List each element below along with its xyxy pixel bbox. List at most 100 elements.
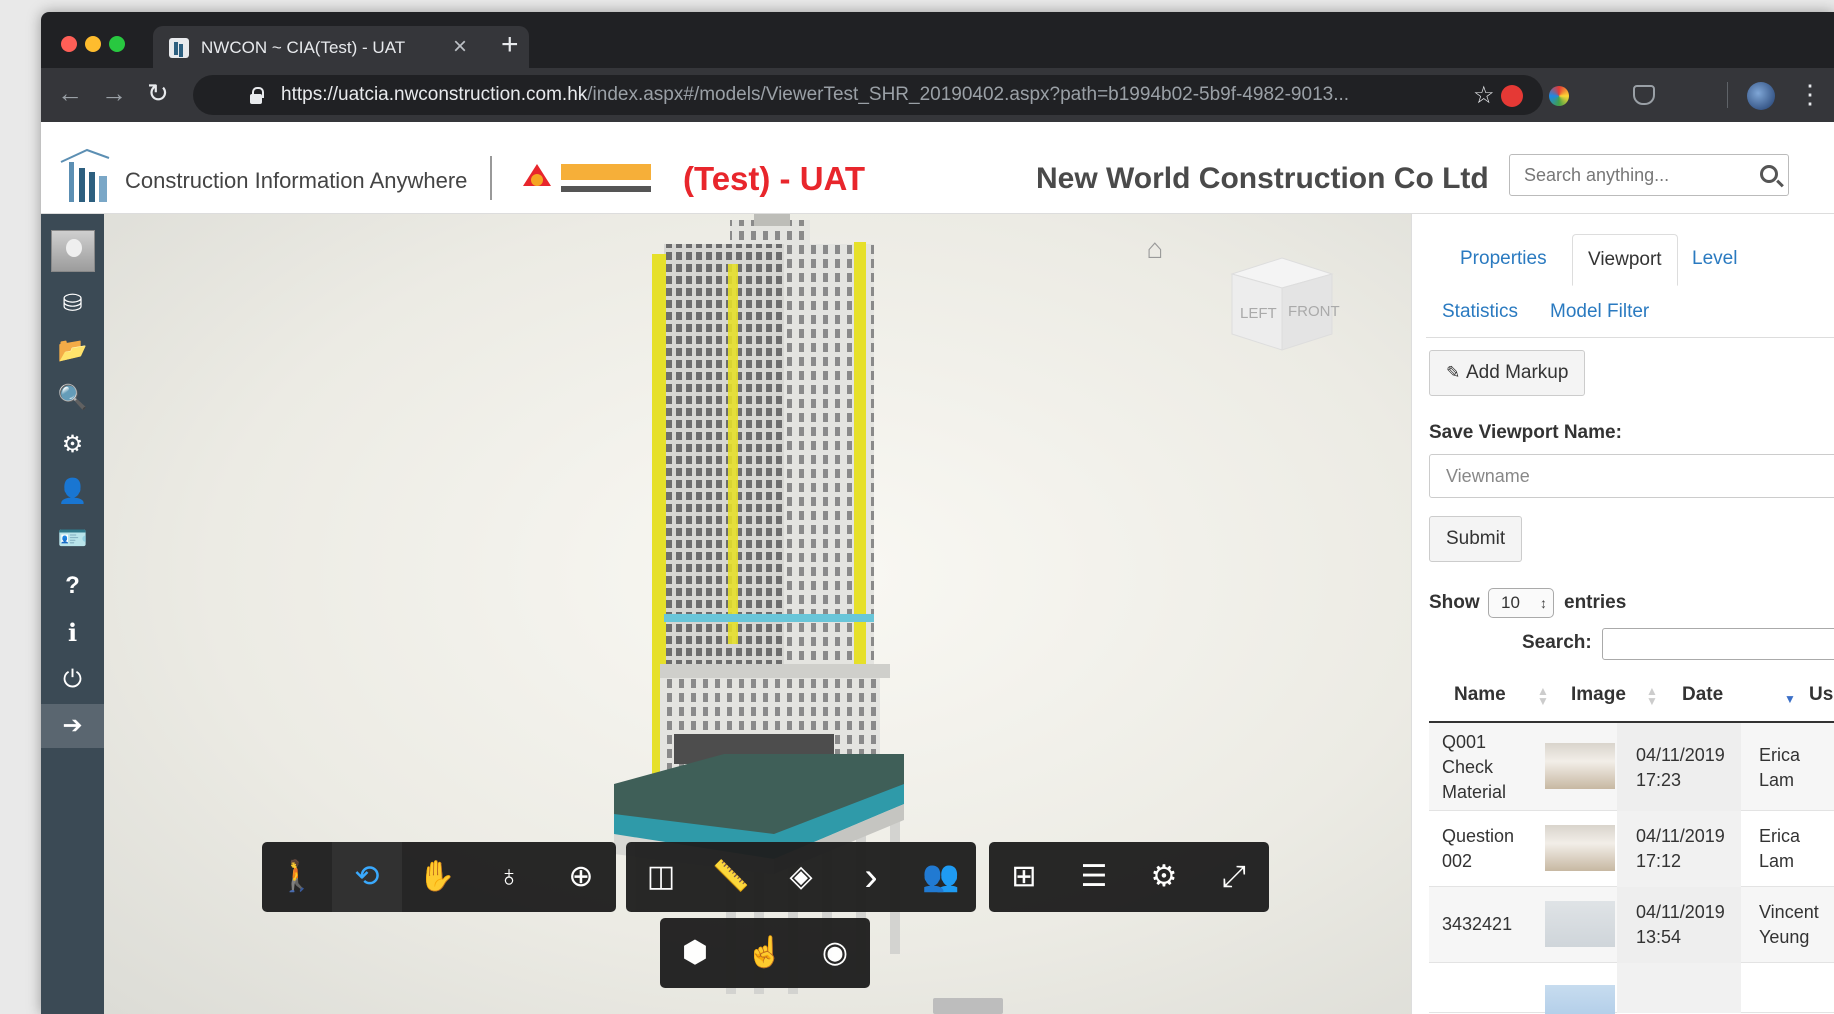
tab-level[interactable]: Level xyxy=(1692,248,1737,270)
table-row[interactable]: Question 002 04/11/2019 17:12 Erica Lam xyxy=(1429,811,1834,887)
reload-icon[interactable]: ↻ xyxy=(147,78,169,108)
back-icon[interactable]: ← xyxy=(57,78,83,108)
forward-icon[interactable]: → xyxy=(101,78,127,108)
global-search-input[interactable] xyxy=(1510,155,1750,195)
model-viewer-canvas[interactable]: ⌂ LEFT FRONT 🚶 ⟲ ✋ ♁ ⊕ ◫ 📏 ◈ › 👥 ⊞ ☰ ⚙ ⤢… xyxy=(104,214,1411,1014)
hand-select-button[interactable]: ☝ xyxy=(730,918,800,988)
model-browser-icon: ⊞ xyxy=(1011,860,1037,893)
settings-toolbar: ⊞ ☰ ⚙ ⤢ xyxy=(989,842,1269,912)
user-avatar[interactable] xyxy=(51,230,95,272)
power-icon: ⏻ xyxy=(63,666,82,693)
sidebar-help-button[interactable]: ? xyxy=(41,564,104,608)
save-viewport-label: Save Viewport Name: xyxy=(1429,422,1622,443)
extension-shield-icon[interactable] xyxy=(1501,85,1523,107)
properties-button[interactable]: ☰ xyxy=(1059,842,1129,912)
people-button[interactable]: 👥 xyxy=(906,842,976,912)
url-host: https://uatcia.nwconstruction.com.hk xyxy=(281,84,588,105)
visibility-button[interactable]: ◉ xyxy=(800,918,870,988)
company-logo-icon xyxy=(60,148,110,202)
sidebar-card-button[interactable]: 🪪 xyxy=(41,517,104,561)
next-button[interactable]: › xyxy=(836,842,906,912)
camera-interaction-button[interactable]: ♁ xyxy=(474,842,544,912)
time-line: 17:12 xyxy=(1636,851,1682,871)
modeling-toolbar: ◫ 📏 ◈ › 👥 xyxy=(626,842,976,912)
explode-button[interactable]: ◈ xyxy=(766,842,836,912)
column-user-header[interactable]: User xyxy=(1809,684,1834,706)
tab-properties[interactable]: Properties xyxy=(1460,248,1547,270)
fullscreen-icon: ⤢ xyxy=(1222,860,1246,893)
walk-button[interactable]: 🚶 xyxy=(262,842,332,912)
submit-button[interactable]: Submit xyxy=(1429,516,1523,562)
user-icon: 👤 xyxy=(57,478,88,505)
cube-button[interactable]: ⬢ xyxy=(660,918,730,988)
sidebar-user-button[interactable]: 👤 xyxy=(41,470,104,514)
time-line: 17:23 xyxy=(1636,770,1682,790)
entries-select[interactable]: 10 xyxy=(1488,588,1554,618)
extension-color-icon[interactable] xyxy=(1549,86,1569,106)
column-image-header[interactable]: Image xyxy=(1571,684,1626,706)
walk-icon: 🚶 xyxy=(278,860,316,893)
viewname-input[interactable] xyxy=(1429,454,1834,498)
home-icon[interactable]: ⌂ xyxy=(1140,234,1170,264)
viewcube[interactable]: LEFT FRONT xyxy=(1224,254,1340,354)
new-tab-icon[interactable]: + xyxy=(501,30,519,60)
tab-strip: NWCON ~ CIA(Test) - UAT × + xyxy=(41,12,1834,68)
environment-label: (Test) - UAT xyxy=(683,160,866,197)
row-name: 3432421 xyxy=(1442,912,1512,937)
table-row[interactable]: Q001 Check Material 04/11/2019 17:23 Erica L… xyxy=(1429,723,1834,811)
tab-statistics[interactable]: Statistics xyxy=(1442,301,1518,323)
column-name-header[interactable]: Name xyxy=(1454,684,1506,706)
pocket-icon[interactable] xyxy=(1633,85,1655,105)
viewport-thumbnail[interactable] xyxy=(1545,985,1615,1014)
horizontal-scroll-handle[interactable] xyxy=(933,998,1003,1014)
browser-tab[interactable]: NWCON ~ CIA(Test) - UAT × xyxy=(153,26,529,68)
pan-button[interactable]: ✋ xyxy=(402,842,472,912)
profile-avatar-icon[interactable] xyxy=(1747,82,1775,110)
sort-icon[interactable]: ▲ ▼ xyxy=(1646,685,1658,707)
fullscreen-button[interactable]: ⤢ xyxy=(1199,842,1269,912)
tab-viewport[interactable]: Viewport xyxy=(1572,234,1678,286)
add-markup-button[interactable]: ✎ Add Markup xyxy=(1429,350,1586,396)
sort-desc-icon[interactable]: ▼ xyxy=(1784,693,1796,705)
maximize-window-button[interactable] xyxy=(109,36,125,52)
tab-close-icon[interactable]: × xyxy=(453,34,467,60)
measure-button[interactable]: 📏 xyxy=(696,842,766,912)
row-user: Erica Lam xyxy=(1759,743,1800,793)
cube-icon: ⬢ xyxy=(681,936,709,969)
viewport-thumbnail[interactable] xyxy=(1545,825,1615,871)
minimize-window-button[interactable] xyxy=(85,36,101,52)
fit-to-view-button[interactable]: ⊕ xyxy=(546,842,616,912)
sidebar-documents-button[interactable]: 📂 xyxy=(41,329,104,373)
browser-menu-icon[interactable]: ⋮ xyxy=(1797,80,1823,108)
tab-model-filter[interactable]: Model Filter xyxy=(1550,301,1649,323)
model-browser-button[interactable]: ⊞ xyxy=(989,842,1059,912)
sidebar-expand-button[interactable]: ➔ xyxy=(41,704,104,748)
section-analysis-button[interactable]: ◫ xyxy=(626,842,696,912)
sidebar-info-button[interactable]: i xyxy=(41,611,104,655)
folder-open-icon: 📂 xyxy=(57,337,88,364)
date-line: 04/11/2019 xyxy=(1636,902,1725,922)
date-line: 04/11/2019 xyxy=(1636,745,1725,765)
close-window-button[interactable] xyxy=(61,36,77,52)
column-date-header[interactable]: Date xyxy=(1682,684,1723,706)
settings-button[interactable]: ⚙ xyxy=(1129,842,1199,912)
sidebar-logout-button[interactable]: ⏻ xyxy=(41,658,104,702)
sidebar-models-button[interactable]: ⛁ xyxy=(41,282,104,326)
row-name: Q001 Check Material xyxy=(1442,730,1506,805)
pan-icon: ✋ xyxy=(418,860,456,893)
table-search-input[interactable] xyxy=(1602,628,1834,660)
bookmark-star-icon[interactable]: ☆ xyxy=(1473,81,1495,110)
row-date: 04/11/2019 13:54 xyxy=(1636,900,1725,950)
sort-icon[interactable]: ▲ ▼ xyxy=(1537,685,1549,707)
orbit-button[interactable]: ⟲ xyxy=(332,842,402,912)
url-text[interactable]: https://uatcia.nwconstruction.com.hk/ind… xyxy=(281,84,1349,106)
table-row[interactable] xyxy=(1429,963,1834,1014)
sidebar-settings-button[interactable]: ⚙ xyxy=(41,423,104,467)
orbit-icon: ⟲ xyxy=(354,860,380,893)
table-row[interactable]: 3432421 04/11/2019 13:54 Vincent Yeung xyxy=(1429,887,1834,963)
search-icon[interactable] xyxy=(1760,165,1778,183)
viewport-thumbnail[interactable] xyxy=(1545,743,1615,789)
address-bar[interactable]: https://uatcia.nwconstruction.com.hk/ind… xyxy=(193,75,1543,115)
sidebar-search-button[interactable]: 🔍 xyxy=(41,376,104,420)
viewport-thumbnail[interactable] xyxy=(1545,901,1615,947)
